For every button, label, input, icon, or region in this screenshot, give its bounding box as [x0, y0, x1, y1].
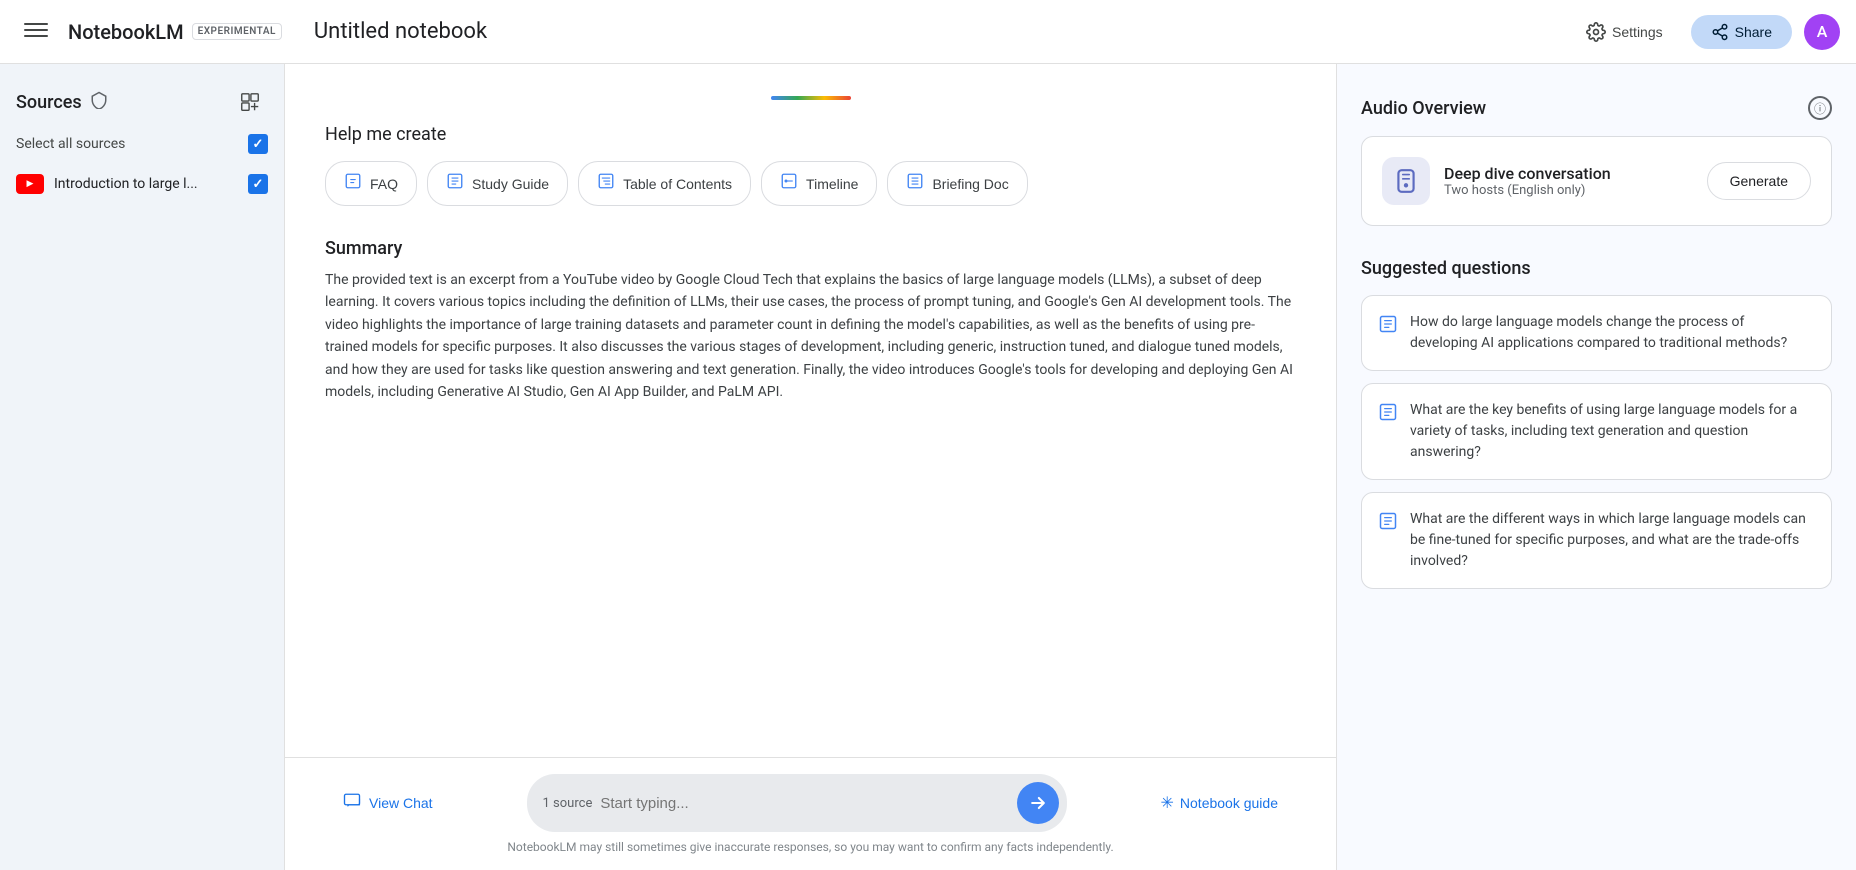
- right-panel: Audio Overview ⓘ Deep dive conversation …: [1336, 64, 1856, 870]
- audio-card: Deep dive conversation Two hosts (Englis…: [1361, 136, 1832, 226]
- source-badge: 1 source: [543, 796, 593, 811]
- info-icon[interactable]: ⓘ: [1808, 96, 1832, 120]
- topbar: NotebookLM EXPERIMENTAL Untitled noteboo…: [0, 0, 1856, 64]
- generate-button[interactable]: Generate: [1707, 162, 1811, 200]
- view-chat-button[interactable]: View Chat: [325, 782, 451, 825]
- timeline-icon: [780, 172, 798, 195]
- summary-text: The provided text is an excerpt from a Y…: [325, 269, 1296, 403]
- chat-icon: [343, 792, 361, 815]
- share-label: Share: [1735, 24, 1772, 40]
- summary-title: Summary: [325, 238, 1296, 259]
- timeline-button[interactable]: Timeline: [761, 161, 877, 206]
- audio-info-subtitle: Two hosts (English only): [1444, 183, 1611, 198]
- briefing-doc-label: Briefing Doc: [932, 176, 1008, 192]
- toc-button[interactable]: Table of Contents: [578, 161, 751, 206]
- audio-avatar: [1382, 157, 1430, 205]
- help-buttons: FAQ Study Guide Table of Contents: [325, 161, 1296, 206]
- brand-logo: NotebookLM EXPERIMENTAL: [68, 20, 282, 44]
- faq-button[interactable]: FAQ: [325, 161, 417, 206]
- sidebar-title-row: Sources: [16, 91, 108, 113]
- faq-icon: [344, 172, 362, 195]
- audio-info-title: Deep dive conversation: [1444, 164, 1611, 183]
- send-button[interactable]: [1017, 782, 1059, 824]
- source-checkbox[interactable]: [248, 174, 268, 194]
- settings-icon: [1586, 22, 1606, 42]
- top-indicator: [325, 96, 1296, 124]
- brand-badge: EXPERIMENTAL: [192, 23, 282, 40]
- toc-icon: [597, 172, 615, 195]
- question-icon-1: [1378, 314, 1398, 339]
- notebook-guide-icon: ✳: [1161, 793, 1174, 813]
- study-guide-label: Study Guide: [472, 176, 549, 192]
- select-all-label: Select all sources: [16, 136, 125, 152]
- main-layout: Sources Select all sources: [0, 64, 1856, 870]
- menu-icon[interactable]: [16, 10, 56, 54]
- notebook-content: Help me create FAQ Study Guide: [285, 64, 1336, 870]
- faq-label: FAQ: [370, 176, 398, 192]
- share-button[interactable]: Share: [1691, 15, 1792, 49]
- brand-name: NotebookLM: [68, 20, 184, 44]
- search-input[interactable]: [600, 795, 1008, 812]
- source-item[interactable]: Introduction to large l...: [0, 166, 284, 202]
- topbar-left: NotebookLM EXPERIMENTAL Untitled noteboo…: [16, 10, 487, 54]
- question-icon-2: [1378, 402, 1398, 427]
- question-card-1[interactable]: How do large language models change the …: [1361, 295, 1832, 371]
- audio-header: Audio Overview ⓘ: [1361, 96, 1832, 120]
- timeline-label: Timeline: [806, 176, 858, 192]
- sidebar: Sources Select all sources: [0, 64, 285, 870]
- shield-icon: [90, 91, 108, 113]
- study-guide-icon: [446, 172, 464, 195]
- notebook-guide-button[interactable]: ✳ Notebook guide: [1143, 783, 1296, 823]
- question-text-3: What are the different ways in which lar…: [1410, 509, 1815, 572]
- study-guide-button[interactable]: Study Guide: [427, 161, 568, 206]
- view-chat-label: View Chat: [369, 795, 433, 811]
- audio-card-left: Deep dive conversation Two hosts (Englis…: [1382, 157, 1611, 205]
- source-item-left: Introduction to large l...: [16, 174, 198, 194]
- generate-label: Generate: [1730, 173, 1788, 189]
- briefing-doc-button[interactable]: Briefing Doc: [887, 161, 1027, 206]
- disclaimer: NotebookLM may still sometimes give inac…: [507, 840, 1113, 854]
- share-icon: [1711, 23, 1729, 41]
- toc-label: Table of Contents: [623, 176, 732, 192]
- suggested-questions-title: Suggested questions: [1361, 258, 1832, 279]
- settings-label: Settings: [1612, 24, 1663, 40]
- question-text-2: What are the key benefits of using large…: [1410, 400, 1815, 463]
- bottom-actions: View Chat 1 source ✳ Notebook guide: [325, 774, 1296, 832]
- content-area: Help me create FAQ Study Guide: [285, 64, 1336, 870]
- notebook-guide-label: Notebook guide: [1180, 795, 1278, 811]
- audio-info: Deep dive conversation Two hosts (Englis…: [1444, 164, 1611, 198]
- bottom-bar: View Chat 1 source ✳ Notebook guide No: [285, 757, 1336, 870]
- add-source-button[interactable]: [232, 84, 268, 120]
- top-indicator-line: [771, 96, 851, 100]
- question-icon-3: [1378, 511, 1398, 536]
- select-all-checkbox[interactable]: [248, 134, 268, 154]
- youtube-icon: [16, 174, 44, 194]
- sidebar-header: Sources: [0, 80, 284, 128]
- notebook-title[interactable]: Untitled notebook: [314, 19, 487, 44]
- question-card-3[interactable]: What are the different ways in which lar…: [1361, 492, 1832, 589]
- source-name: Introduction to large l...: [54, 176, 198, 192]
- help-section: Help me create FAQ Study Guide: [325, 124, 1296, 206]
- suggested-questions-section: Suggested questions How do large languag…: [1361, 258, 1832, 601]
- help-me-create-title: Help me create: [325, 124, 1296, 145]
- send-icon: [1028, 793, 1048, 813]
- select-all-row: Select all sources: [0, 128, 284, 166]
- summary-section: Summary The provided text is an excerpt …: [325, 238, 1296, 403]
- settings-button[interactable]: Settings: [1570, 14, 1679, 50]
- avatar[interactable]: A: [1804, 14, 1840, 50]
- audio-overview-section: Audio Overview ⓘ Deep dive conversation …: [1361, 96, 1832, 226]
- question-card-2[interactable]: What are the key benefits of using large…: [1361, 383, 1832, 480]
- audio-overview-title: Audio Overview: [1361, 98, 1486, 119]
- sources-title: Sources: [16, 92, 82, 113]
- briefing-doc-icon: [906, 172, 924, 195]
- topbar-right: Settings Share A: [1570, 14, 1840, 50]
- question-text-1: How do large language models change the …: [1410, 312, 1815, 354]
- search-bar: 1 source: [527, 774, 1067, 832]
